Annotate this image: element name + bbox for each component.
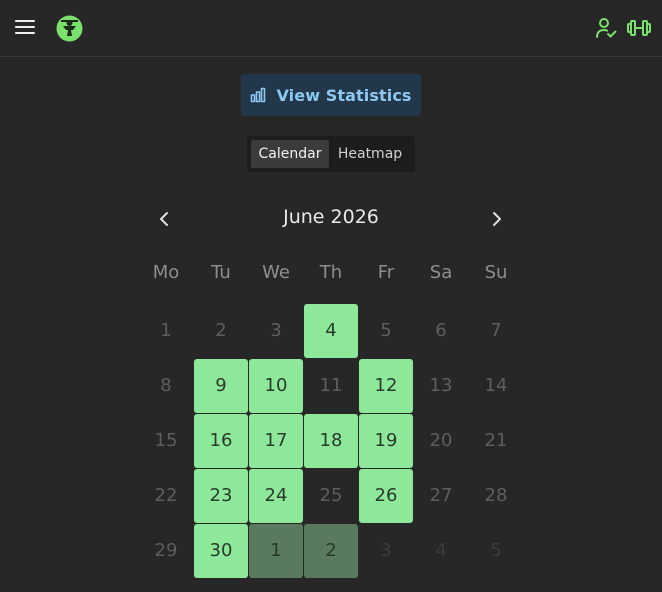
weekday-label: Tu [211,262,231,283]
calendar-day-cell: 22 [154,485,178,506]
calendar-day-cell: 29 [154,540,178,561]
weekday-label: Th [319,262,343,283]
weekday-label: Su [484,262,508,283]
calendar-day-cell: 20 [429,430,453,451]
profile-check-icon[interactable] [595,17,617,39]
calendar-day-cell: 15 [154,430,178,451]
calendar-day-cell[interactable]: 2 [304,524,358,578]
calendar-day-cell: 27 [429,485,453,506]
toggle-heatmap[interactable]: Heatmap [331,140,409,168]
next-month-chevron-right-icon[interactable] [486,208,508,230]
calendar-day-cell[interactable]: 4 [304,304,358,358]
weekday-label: Mo [152,262,180,283]
calendar-day-cell: 21 [484,430,508,451]
bar-chart-icon [250,87,266,103]
calendar-day-cell[interactable]: 1 [249,524,303,578]
calendar-day-cell: 1 [160,320,172,341]
calendar-day-cell: 5 [490,540,502,561]
top-bar [0,0,662,57]
app-logo-icon[interactable] [55,14,84,43]
view-statistics-label: View Statistics [276,85,412,105]
calendar-day-cell: 11 [319,375,343,396]
dumbbell-icon[interactable] [627,18,651,38]
calendar-day-cell: 3 [380,540,392,561]
calendar-day-cell[interactable]: 24 [249,469,303,523]
prev-month-chevron-left-icon[interactable] [153,208,175,230]
calendar-day-cell: 5 [380,320,392,341]
calendar-day-cell: 6 [435,320,447,341]
calendar-day-cell: 8 [160,375,172,396]
month-title: June 2026 [283,206,379,228]
calendar-day-cell[interactable]: 17 [249,414,303,468]
calendar-day-cell[interactable]: 12 [359,359,413,413]
calendar-day-cell: 3 [270,320,282,341]
calendar-day-cell[interactable]: 16 [194,414,248,468]
weekday-label: We [262,262,290,283]
calendar-day-cell: 13 [429,375,453,396]
calendar-day-cell: 4 [435,540,447,561]
calendar-day-cell[interactable]: 26 [359,469,413,523]
calendar-day-cell: 14 [484,375,508,396]
calendar-day-cell[interactable]: 10 [249,359,303,413]
calendar-day-cell: 28 [484,485,508,506]
weekday-label: Fr [377,262,395,283]
calendar-day-cell[interactable]: 9 [194,359,248,413]
hamburger-menu-icon[interactable] [15,19,35,36]
calendar-day-cell[interactable]: 23 [194,469,248,523]
toggle-calendar[interactable]: Calendar [251,140,329,168]
weekday-label: Sa [429,262,453,283]
calendar-day-cell: 25 [319,485,343,506]
calendar-day-cell[interactable]: 18 [304,414,358,468]
calendar-day-cell[interactable]: 30 [194,524,248,578]
calendar-day-cell[interactable]: 19 [359,414,413,468]
calendar-day-cell: 2 [215,320,227,341]
view-toggle: Calendar Heatmap [247,136,415,172]
view-statistics-button[interactable]: View Statistics [241,74,421,116]
calendar-day-cell: 7 [490,320,502,341]
